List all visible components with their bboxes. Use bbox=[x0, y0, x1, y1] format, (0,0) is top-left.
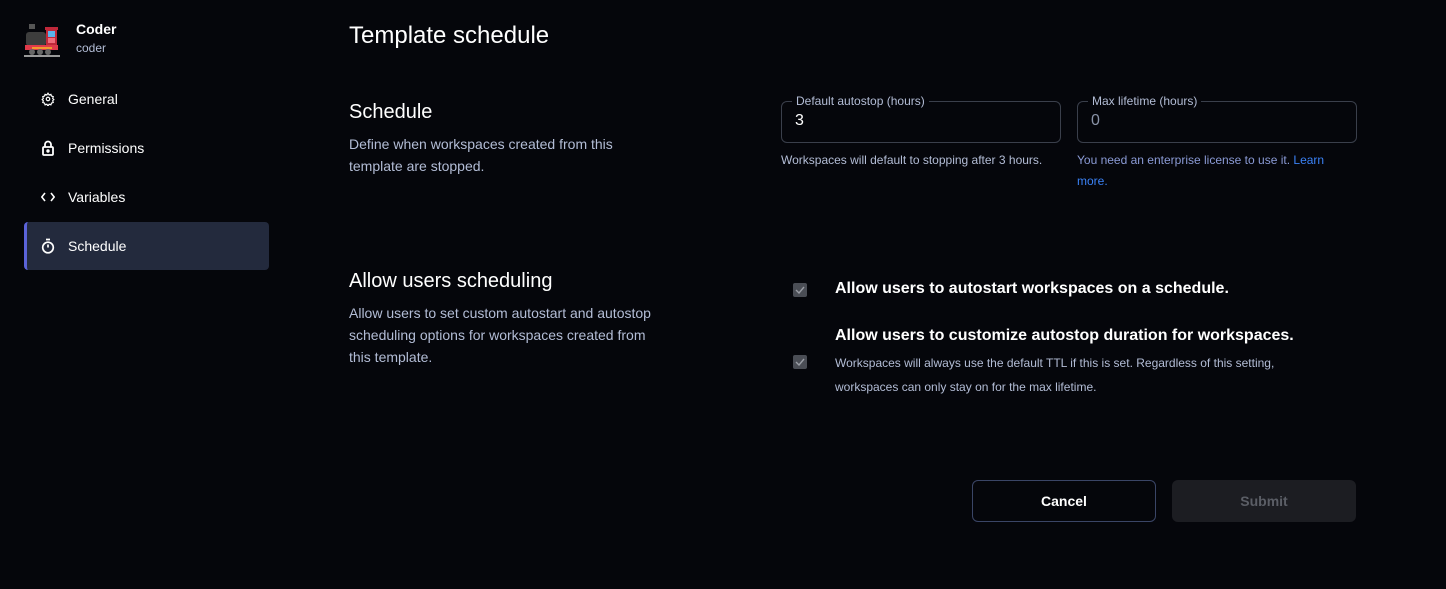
autostart-checkbox[interactable] bbox=[793, 283, 807, 297]
code-icon bbox=[40, 189, 56, 205]
org-slug: coder bbox=[76, 41, 107, 55]
autostop-label: Allow users to customize autostop durati… bbox=[835, 327, 1294, 344]
autostop-checkbox[interactable] bbox=[793, 355, 807, 369]
scheduling-section-title: Allow users scheduling bbox=[349, 270, 553, 292]
sidebar-item-label: Permissions bbox=[68, 140, 145, 156]
default-autostop-help: Workspaces will default to stopping afte… bbox=[781, 153, 1043, 167]
cancel-button[interactable]: Cancel bbox=[972, 480, 1156, 522]
default-autostop-field[interactable]: Default autostop (hours) bbox=[781, 94, 1061, 143]
org-name: Coder bbox=[76, 21, 117, 37]
sidebar-item-general[interactable]: General bbox=[24, 75, 269, 123]
page-title: Template schedule bbox=[349, 22, 550, 49]
sidebar-item-label: Variables bbox=[68, 189, 126, 205]
default-autostop-input[interactable] bbox=[795, 112, 1045, 130]
autostop-help: Workspaces will always use the default T… bbox=[835, 356, 1275, 394]
autostart-label: Allow users to autostart workspaces on a… bbox=[835, 280, 1229, 297]
schedule-section-description: Define when workspaces created from this… bbox=[349, 136, 613, 174]
max-lifetime-help-text: You need an enterprise license to use it… bbox=[1077, 153, 1291, 167]
gear-icon bbox=[40, 91, 56, 107]
lock-icon bbox=[40, 140, 56, 156]
sidebar-item-permissions[interactable]: Permissions bbox=[24, 124, 269, 172]
org-logo bbox=[24, 24, 60, 58]
max-lifetime-input[interactable] bbox=[1091, 112, 1341, 130]
sidebar-item-label: General bbox=[68, 91, 118, 107]
default-autostop-label: Default autostop (hours) bbox=[792, 94, 929, 108]
schedule-section-title: Schedule bbox=[349, 101, 433, 123]
max-lifetime-help: You need an enterprise license to use it… bbox=[1077, 150, 1347, 191]
scheduling-section-description: Allow users to set custom autostart and … bbox=[349, 305, 651, 365]
submit-button[interactable]: Submit bbox=[1172, 480, 1356, 522]
sidebar-item-label: Schedule bbox=[68, 238, 127, 254]
timer-icon bbox=[40, 238, 56, 254]
sidebar-item-variables[interactable]: Variables bbox=[24, 173, 269, 221]
sidebar-item-schedule[interactable]: Schedule bbox=[24, 222, 269, 270]
max-lifetime-label: Max lifetime (hours) bbox=[1088, 94, 1202, 108]
max-lifetime-field[interactable]: Max lifetime (hours) bbox=[1077, 94, 1357, 143]
